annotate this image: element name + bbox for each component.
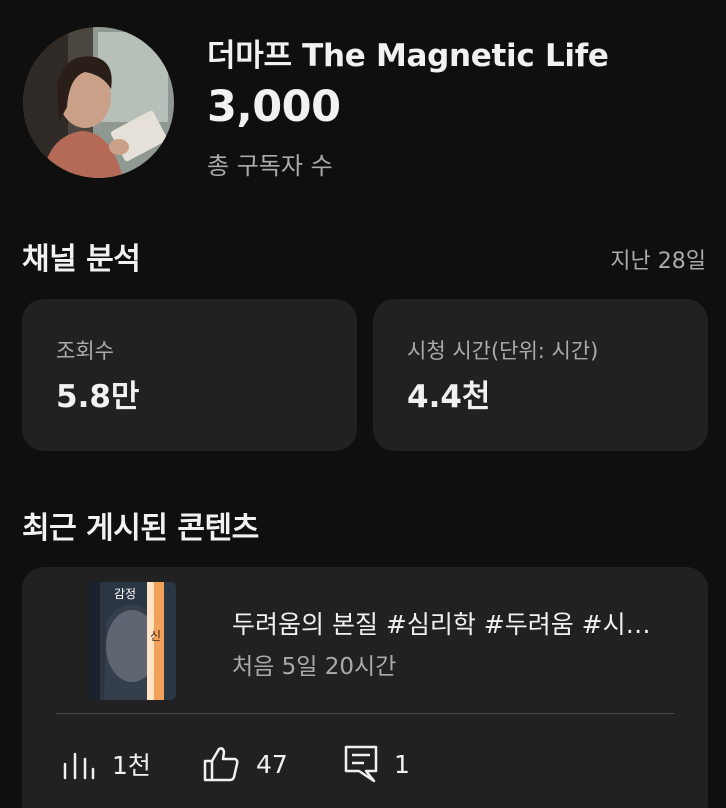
views-stat-value: 5.8만 [56,379,140,415]
avatar-image [23,27,174,178]
analytics-title: 채널 분석 [22,242,141,277]
subscriber-count: 3,000 [207,82,341,132]
recent-content-title: 최근 게시된 콘텐츠 [22,511,259,546]
thumbnail-text: 감정 [114,587,136,601]
recent-content-card[interactable]: 감정 신 두려움의 본질 #심리학 #두려움 #시… 처음 5일 20시간 1천 [22,567,708,808]
content-thumbnail[interactable]: 감정 신 [88,582,176,700]
subscriber-label: 총 구독자 수 [207,152,333,180]
channel-avatar[interactable] [23,27,174,178]
studio-dashboard: 더마프 The Magnetic Life 3,000 총 구독자 수 채널 분… [0,0,726,808]
views-stat-card[interactable]: 조회수 5.8만 [22,299,357,451]
views-count: 1천 [112,751,151,780]
comment-icon [344,745,378,783]
watch-time-stat-label: 시청 시간(단위: 시간) [407,339,599,363]
thumbnail-text-2: 신 [150,629,161,643]
views-stat-label: 조회수 [56,339,114,363]
views-metric: 1천 [62,744,151,784]
analytics-period: 지난 28일 [610,249,706,274]
thumbs-up-icon [202,746,240,782]
watch-time-stat-card[interactable]: 시청 시간(단위: 시간) 4.4천 [373,299,708,451]
comments-count: 1 [394,749,410,779]
likes-metric: 47 [202,744,288,784]
comments-metric: 1 [344,744,410,784]
channel-name: 더마프 The Magnetic Life [207,38,609,74]
watch-time-stat-value: 4.4천 [407,379,491,415]
bar-chart-icon [62,748,96,780]
content-meta: 처음 5일 20시간 [232,654,397,680]
thumbnail-image: 감정 신 [88,582,176,700]
card-divider [56,713,674,714]
likes-count: 47 [256,749,288,779]
content-title[interactable]: 두려움의 본질 #심리학 #두려움 #시… [232,605,672,641]
